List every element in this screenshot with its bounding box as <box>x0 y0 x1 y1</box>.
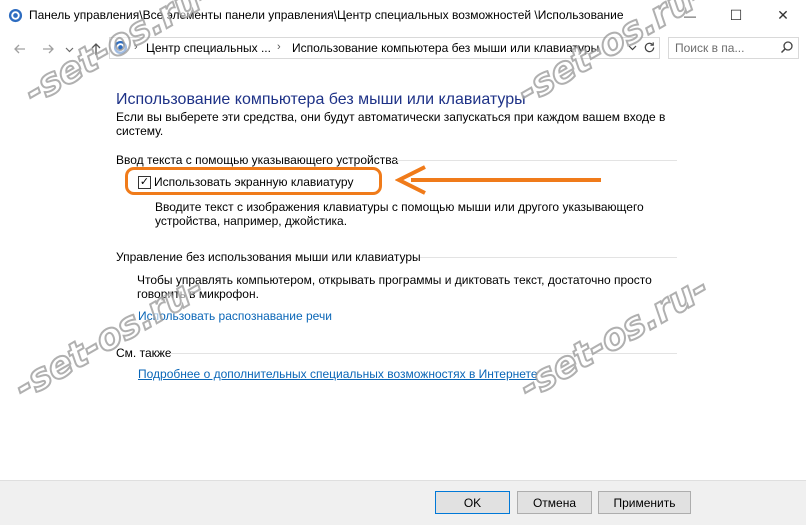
cancel-button[interactable]: Отмена <box>517 491 592 514</box>
section-heading-pointer-input: Ввод текста с помощью указывающего устро… <box>116 153 399 167</box>
close-button[interactable]: ✕ <box>760 0 806 31</box>
apply-button[interactable]: Применить <box>598 491 691 514</box>
control-panel-icon <box>8 8 23 23</box>
watermark-text: -set-os.ru- <box>7 266 212 409</box>
page-description: Если вы выберете эти средства, они будут… <box>116 110 666 138</box>
back-button[interactable] <box>10 39 30 59</box>
more-accessibility-online-link[interactable]: Подробнее о дополнительных специальных в… <box>138 367 538 381</box>
breadcrumb-ease-of-access[interactable]: Центр специальных ... <box>146 41 271 55</box>
arrow-left-icon <box>14 44 25 54</box>
speech-recognition-description: Чтобы управлять компьютером, открывать п… <box>137 273 652 301</box>
section-heading-no-mouse-keyboard: Управление без использования мыши или кл… <box>116 250 421 264</box>
on-screen-keyboard-description: Вводите текст с изображения клавиатуры с… <box>155 200 644 228</box>
highlight-annotation <box>125 167 382 195</box>
close-icon: ✕ <box>777 7 789 23</box>
section-divider <box>396 160 677 161</box>
maximize-button[interactable]: ☐ <box>713 0 759 31</box>
arrow-annotation-icon <box>395 165 601 195</box>
maximize-icon: ☐ <box>729 7 743 23</box>
section-divider <box>420 257 677 258</box>
search-placeholder[interactable]: Поиск в па... <box>675 41 744 55</box>
page-title: Использование компьютера без мыши или кл… <box>116 91 526 108</box>
arrow-right-icon <box>43 44 54 54</box>
ok-button[interactable]: OK <box>435 491 510 514</box>
search-icon[interactable] <box>780 40 794 54</box>
breadcrumb-separator[interactable]: › <box>277 41 281 53</box>
